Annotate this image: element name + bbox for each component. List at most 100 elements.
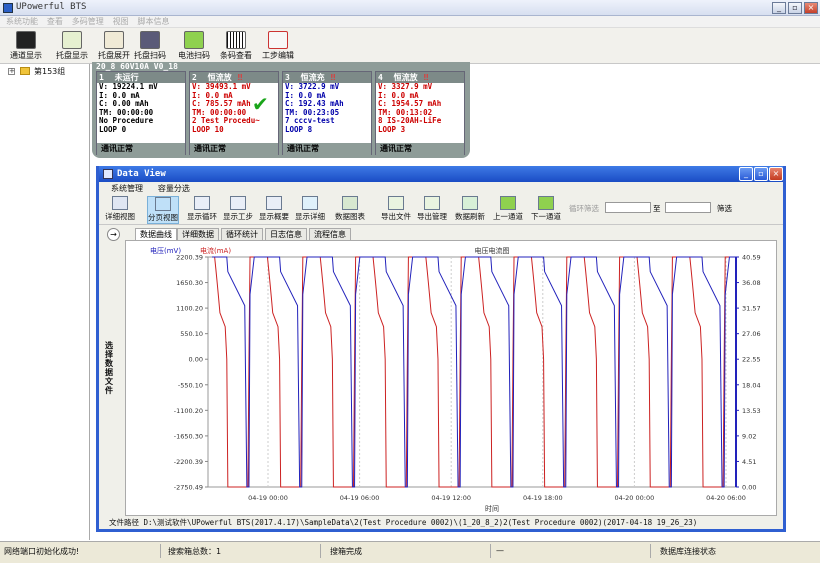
status-box-count: 搜索箱总数：1 [168,547,222,556]
channel-status: 通讯正常 [376,143,464,155]
dv-maximize-button[interactable]: ▫ [754,167,768,181]
x-tick-label: 04-19 18:00 [523,494,563,502]
select-data-file-label[interactable]: 选择数据文件 [105,341,117,395]
channel-card[interactable]: 4 恒流放 ‼ V: 3327.9 mV I: 0.0 mA C: 1954.57 mA… [375,71,465,155]
maximize-button[interactable]: ▫ [788,2,802,14]
dv-tool-pages[interactable]: 分页视图 [147,196,179,224]
dv-tool-chart[interactable]: 数据图表 [335,196,365,224]
barcode-view-button[interactable]: 条码查看 [216,30,256,64]
battery-scan-button[interactable]: 电池扫码 [174,30,214,64]
y-right-tick-label: 4.51 [742,458,756,466]
channel-state: 恒流放 [207,73,232,82]
status-db: 数据库连接状态 [660,547,716,556]
x-tick-label: 04-19 00:00 [248,494,288,502]
channel-panel-header: 20_8 60V10A V0_18 [96,62,178,71]
channel-card-header: 1 未运行 [97,72,185,83]
channel-reading-line: LOOP 3 [378,124,406,134]
close-button[interactable]: × [804,2,818,14]
dv-tool-detail[interactable]: 显示详细 [295,196,325,224]
x-tick-label: 04-20 06:00 [706,494,746,502]
channel-card[interactable]: 3 恒流充 ‼ V: 3722.9 mV I: 0.0 mA C: 192.43 mAh… [282,71,372,155]
dv-tool-export[interactable]: 导出文件 [381,196,411,224]
y-left-tick-label: -2200.39 [174,458,203,466]
channel-status: 通讯正常 [190,143,278,155]
folder-icon [20,67,30,75]
main-toolbar: 通道显示 托盘显示 托盘展开 托盘扫码 电池扫码 条码查看 工步编辑 [0,28,820,64]
channel-card[interactable]: 1 未运行 V: 19224.1 mV I: 0.0 mA C: 0.00 mAh TM… [96,71,186,155]
menu-capacity-sort[interactable]: 容量分选 [158,182,190,195]
menu-barcode[interactable]: 多码管理 [72,16,104,28]
channel-number: 3 [285,73,290,82]
expand-icon[interactable]: + [8,68,15,75]
dv-tool-next-arrow[interactable]: 下一通道 [531,196,561,224]
book-icon [104,31,124,49]
y-right-tick-label: 27.06 [742,330,761,338]
dv-tool-table[interactable]: 详细视图 [105,196,135,224]
y-left-tick-label: -1650.30 [174,432,203,440]
y-left-tick-label: -1100.20 [174,407,203,415]
y-left-tick-label: 1650.30 [176,279,203,287]
dv-tool-step[interactable]: 显示工步 [223,196,253,224]
channel-readings: V: 3722.9 mV I: 0.0 mA C: 192.43 mAh TM: 00… [283,83,371,135]
x-axis-label: 时间 [485,504,499,513]
tree-root-label[interactable]: 第153组 [34,66,65,77]
y-right-tick-label: 9.02 [742,432,756,440]
voltage-current-chart: 2200.391650.301100.20550.100.00-550.10-1… [150,246,761,513]
export-icon [388,196,404,210]
menu-system-manage[interactable]: 系统管理 [111,182,143,195]
tray-expand-button[interactable]: 托盘展开 [94,30,134,64]
cycle-from-select[interactable] [605,202,651,213]
warning-icon: ‼ [237,73,243,82]
menu-script[interactable]: 脚本信息 [138,16,170,28]
y-left-tick-label: 1100.20 [176,305,203,313]
status-network: 网络端口初始化成功! [4,547,80,556]
dv-tool-refresh[interactable]: 数据刷新 [455,196,485,224]
dv-tool-summary[interactable]: 显示概要 [259,196,289,224]
minimize-button[interactable]: _ [772,2,786,14]
channel-state: 恒流充 [300,73,325,82]
y-right-tick-label: 40.59 [742,254,761,262]
loop-icon [194,196,210,210]
dv-tool-loop[interactable]: 显示循环 [187,196,217,224]
cycle-to-select[interactable] [665,202,711,213]
menu-window[interactable]: 视图 [113,16,129,28]
tray-scan-button[interactable]: 托盘扫码 [130,30,170,64]
dv-tool-export-manage[interactable]: 导出管理 [417,196,447,224]
status-search: 搜箱完成 [330,547,362,556]
channel-status: 通讯正常 [97,143,185,155]
channel-display-button[interactable]: 通道显示 [6,30,46,64]
warning-icon: ‼ [423,73,429,82]
menu-system[interactable]: 系统功能 [6,16,38,28]
channel-status: 通讯正常 [283,143,371,155]
menu-view[interactable]: 查看 [47,16,63,28]
tray-display-button[interactable]: 托盘显示 [52,30,92,64]
next-arrow-icon [538,196,554,210]
y-left-tick-label: -550.10 [178,381,203,389]
y-right-tick-label: 13.53 [742,407,761,415]
channel-reading-line: LOOP 0 [99,124,127,134]
dv-minimize-button[interactable]: _ [739,167,753,181]
x-tick-label: 04-19 06:00 [340,494,380,502]
warning-icon: ‼ [330,73,336,82]
data-tabs: 数据曲线 详细数据 循环统计 日志信息 流程信息 [101,227,781,241]
data-view-title: Data View [117,169,166,179]
filter-apply-button[interactable]: 筛选 [717,203,732,214]
dv-close-button[interactable]: × [769,167,783,181]
window-icon [103,169,113,179]
dv-tool-prev-arrow[interactable]: 上一通道 [493,196,523,224]
check-icon: ✔ [252,92,269,116]
y-right-tick-label: 22.55 [742,356,761,364]
data-view-titlebar: Data View _ ▫ × [99,166,783,182]
y-left-tick-label: 0.00 [189,356,203,364]
data-view-window: Data View _ ▫ × 系统管理 容量分选 详细视图 分页视图 显示循环 显示… [96,166,786,532]
channel-card[interactable]: 2 恒流放 ‼ V: 39493.1 mV I: 0.0 mA C: 785.57 mA… [189,71,279,155]
barcode-icon [226,31,246,49]
status-dash: — [496,546,504,555]
channel-number: 4 [378,73,383,82]
pages-icon [155,197,171,211]
channel-panel: 20_8 60V10A V0_18 1 未运行 V: 19224.1 mV I: 0… [92,62,470,158]
step-icon [230,196,246,210]
channel-number: 2 [192,73,197,82]
cycle-filter-label: 循环筛选 [569,204,599,213]
step-edit-button[interactable]: 工步编辑 [258,30,298,64]
